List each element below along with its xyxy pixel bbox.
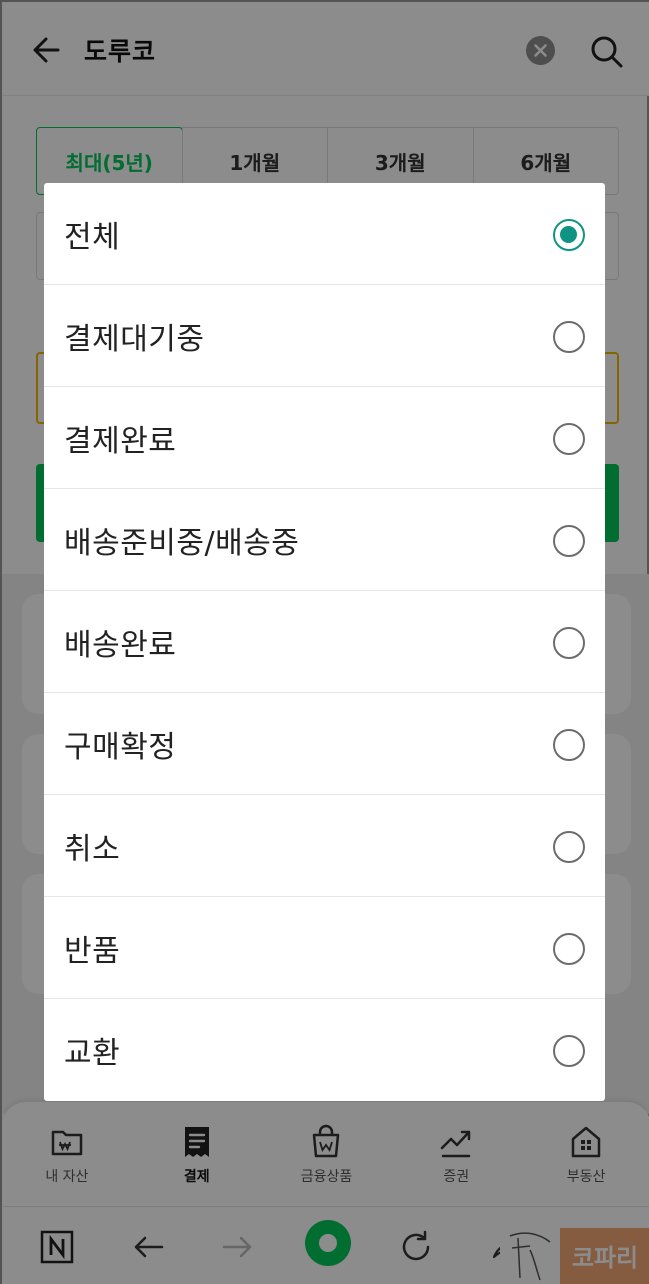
option-purchase-confirmed[interactable]: 구매확정 <box>44 693 605 795</box>
radio-unchecked-icon[interactable] <box>553 933 585 965</box>
radio-unchecked-icon[interactable] <box>553 321 585 353</box>
radio-unchecked-icon[interactable] <box>553 831 585 863</box>
option-label: 취소 <box>64 831 121 867</box>
option-label: 반품 <box>64 933 121 969</box>
option-returned[interactable]: 반품 <box>44 897 605 999</box>
radio-unchecked-icon[interactable] <box>553 729 585 761</box>
option-label: 전체 <box>64 219 121 255</box>
radio-unchecked-icon[interactable] <box>553 1035 585 1067</box>
option-exchanged[interactable]: 교환 <box>44 999 605 1101</box>
option-awaiting-payment[interactable]: 결제대기중 <box>44 285 605 387</box>
option-delivered[interactable]: 배송완료 <box>44 591 605 693</box>
option-label: 교환 <box>64 1036 121 1071</box>
radio-unchecked-icon[interactable] <box>553 423 585 455</box>
radio-unchecked-icon[interactable] <box>553 627 585 659</box>
option-preparing-shipping[interactable]: 배송준비중/배송중 <box>44 489 605 591</box>
option-cancelled[interactable]: 취소 <box>44 795 605 897</box>
status-filter-dialog: 전체 결제대기중 결제완료 배송준비중/배송중 배송완료 구매확정 취소 반품 … <box>44 183 605 1101</box>
option-label: 구매확정 <box>64 729 177 765</box>
radio-checked-icon[interactable] <box>553 219 585 251</box>
option-label: 배송준비중/배송중 <box>64 525 300 561</box>
option-label: 배송완료 <box>64 627 177 663</box>
radio-unchecked-icon[interactable] <box>553 525 585 557</box>
option-payment-complete[interactable]: 결제완료 <box>44 387 605 489</box>
option-all[interactable]: 전체 <box>44 183 605 285</box>
option-label: 결제완료 <box>64 423 177 459</box>
option-label: 결제대기중 <box>64 321 205 357</box>
